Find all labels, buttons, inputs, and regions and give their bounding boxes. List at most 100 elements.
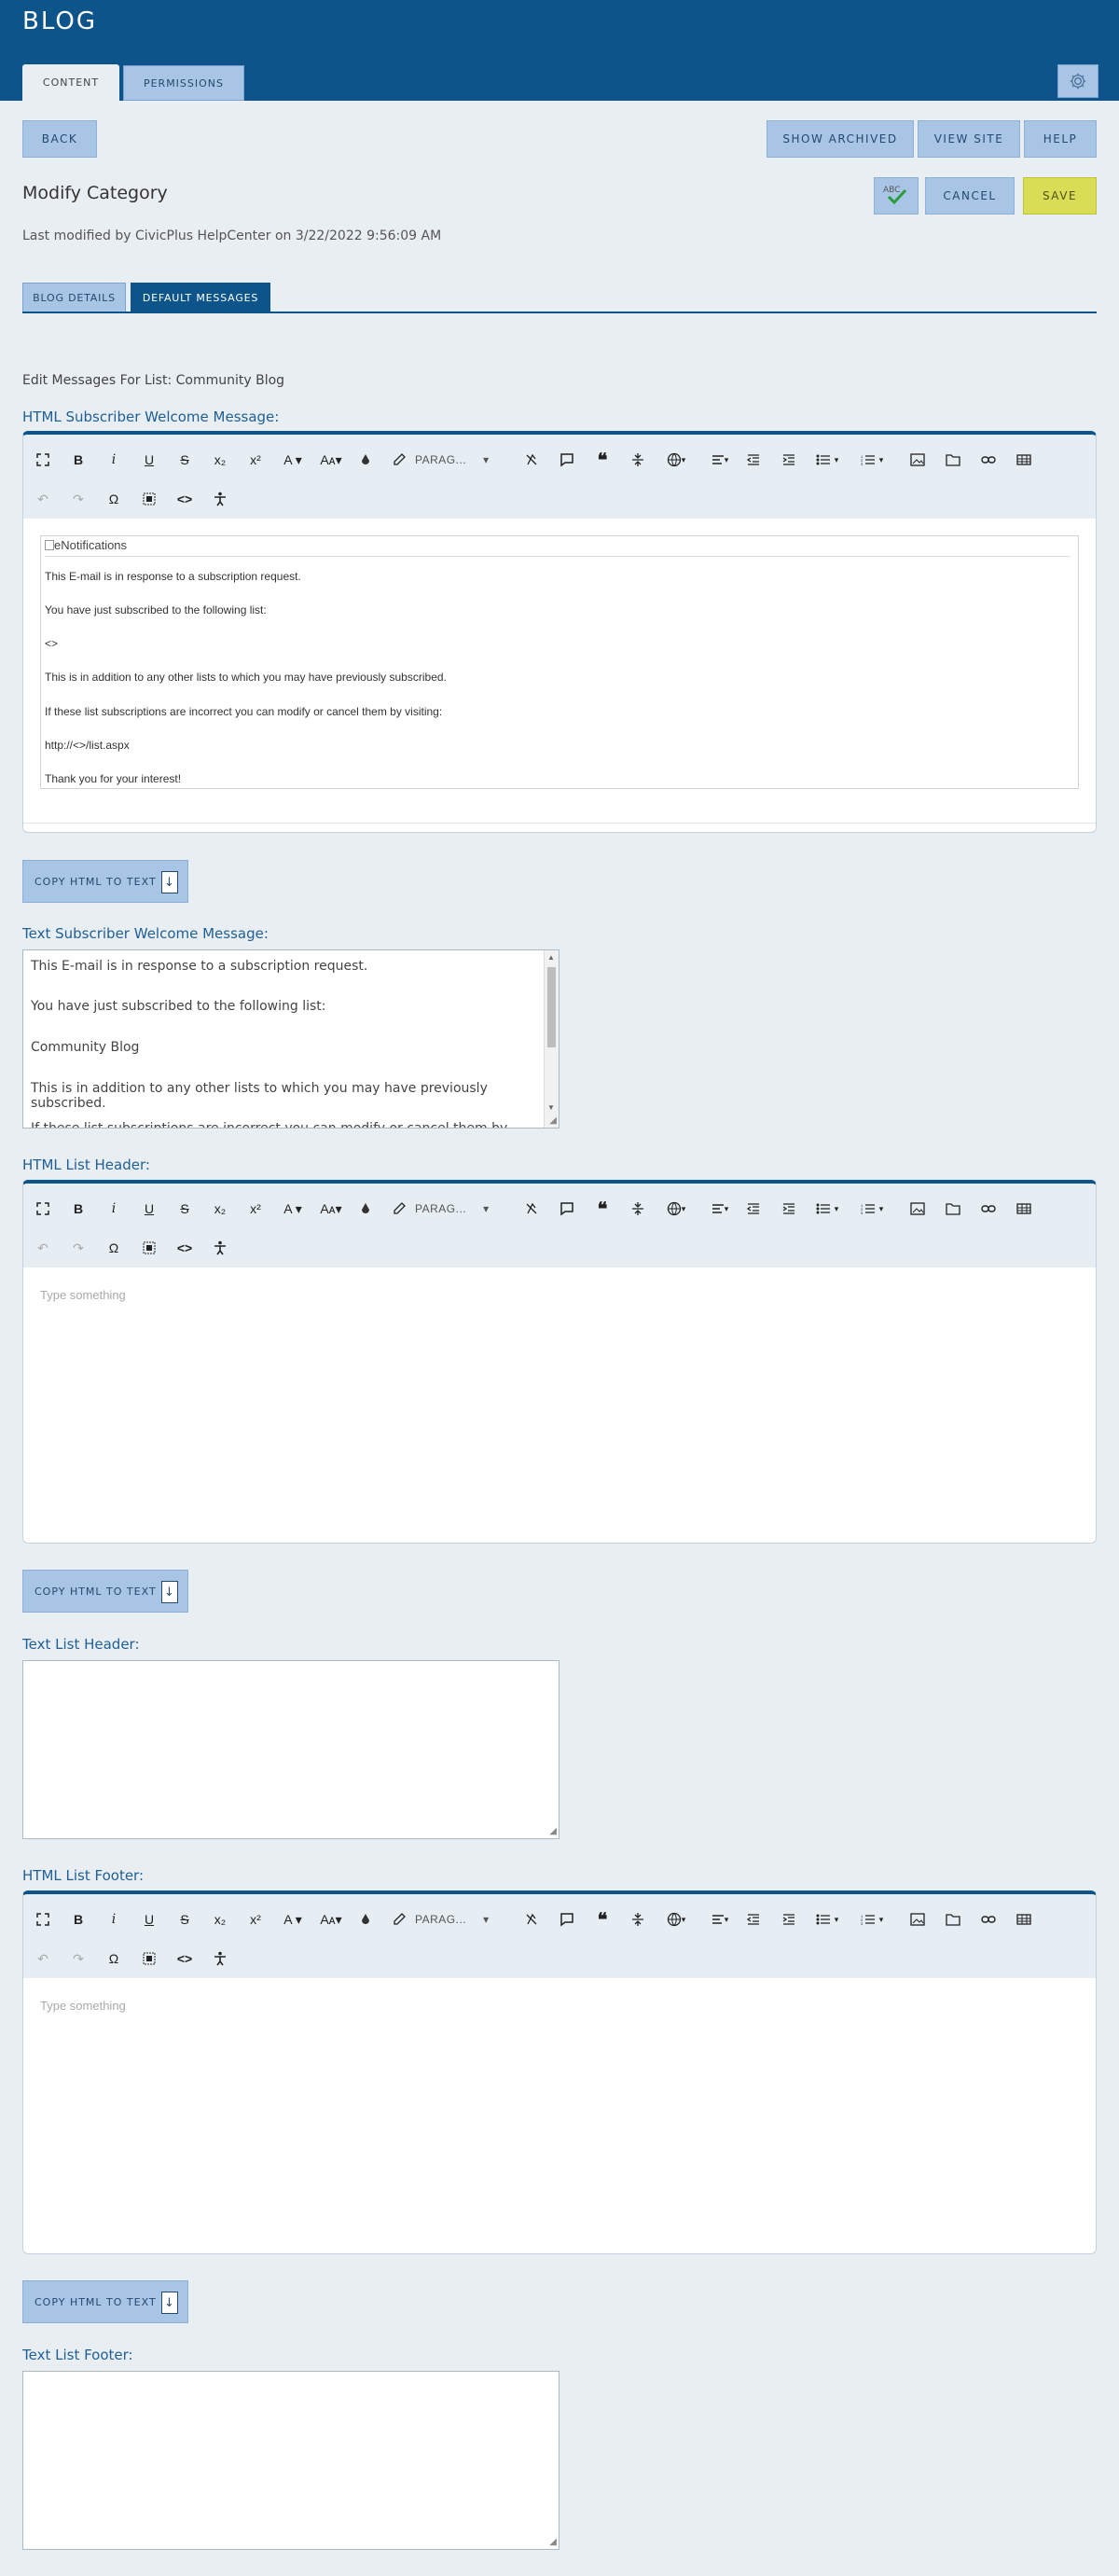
image-icon[interactable] — [904, 446, 932, 474]
cancel-button[interactable]: CANCEL — [925, 177, 1015, 215]
subscript-icon[interactable]: x₂ — [206, 1905, 234, 1933]
clear-formatting-icon[interactable] — [518, 1905, 546, 1933]
language-icon[interactable]: ▾ — [659, 1905, 693, 1933]
paragraph-format-select[interactable]: PARAG... ▾ — [415, 1195, 518, 1223]
copy-html-to-text-button[interactable]: COPY HTML TO TEXT ↓ — [22, 860, 188, 903]
numbered-list-icon[interactable]: 1 2 3 ▾ — [853, 1195, 891, 1223]
folder-icon[interactable] — [939, 1195, 967, 1223]
tab-permissions[interactable]: PERMISSIONS — [123, 65, 244, 101]
code-view-icon[interactable]: <> — [171, 1234, 199, 1262]
paragraph-format-select[interactable]: PARAG... ▾ — [415, 1905, 518, 1933]
table-icon[interactable] — [1010, 1905, 1038, 1933]
italic-icon[interactable]: i — [100, 1195, 128, 1223]
font-size-icon[interactable]: Aᴀ▾ — [314, 446, 348, 474]
scrollbar-thumb[interactable] — [547, 967, 556, 1047]
text-color-icon[interactable] — [352, 1905, 380, 1933]
undo-icon[interactable]: ↶ — [29, 485, 57, 513]
select-all-icon[interactable] — [135, 485, 163, 513]
align-icon[interactable]: ▾ — [704, 1195, 736, 1223]
language-icon[interactable]: ▾ — [659, 1195, 693, 1223]
outdent-icon[interactable] — [739, 1905, 767, 1933]
horizontal-line-icon[interactable] — [624, 1195, 652, 1223]
special-character-icon[interactable]: Ω — [100, 485, 128, 513]
quote-icon[interactable]: ❝ — [588, 1905, 616, 1933]
accessibility-icon[interactable] — [206, 1945, 234, 1973]
html-footer-editor[interactable]: B i U S x₂ x² A ▾ Aᴀ▾ PARAG... ▾ ❝ ▾ ▾ ▾… — [22, 1890, 1097, 2254]
quote-icon[interactable]: ❝ — [588, 446, 616, 474]
link-icon[interactable] — [974, 1905, 1002, 1933]
special-character-icon[interactable]: Ω — [100, 1945, 128, 1973]
quote-icon[interactable]: ❝ — [588, 1195, 616, 1223]
code-view-icon[interactable]: <> — [171, 1945, 199, 1973]
align-icon[interactable]: ▾ — [704, 446, 736, 474]
indent-icon[interactable] — [775, 1195, 803, 1223]
font-family-icon[interactable]: A ▾ — [277, 1905, 309, 1933]
show-archived-button[interactable]: SHOW ARCHIVED — [767, 120, 914, 158]
paragraph-format-select[interactable]: PARAG... ▾ — [415, 446, 518, 474]
select-all-icon[interactable] — [135, 1234, 163, 1262]
scroll-down-icon[interactable]: ▼ — [547, 1103, 555, 1112]
redo-icon[interactable]: ↷ — [64, 1945, 92, 1973]
text-welcome-textarea[interactable]: This E-mail is in response to a subscrip… — [22, 949, 560, 1129]
comment-icon[interactable] — [553, 1195, 581, 1223]
subscript-icon[interactable]: x₂ — [206, 446, 234, 474]
back-button[interactable]: BACK — [22, 120, 97, 158]
accessibility-icon[interactable] — [206, 485, 234, 513]
folder-icon[interactable] — [939, 1905, 967, 1933]
resize-handle-icon[interactable]: ◢ — [549, 1826, 557, 1836]
copy-html-to-text-button[interactable]: COPY HTML TO TEXT ↓ — [22, 1570, 188, 1613]
fullscreen-icon[interactable] — [29, 1905, 57, 1933]
table-icon[interactable] — [1010, 1195, 1038, 1223]
scrollbar[interactable]: ▲ ▼ — [544, 950, 559, 1128]
strikethrough-icon[interactable]: S — [171, 1195, 199, 1223]
indent-icon[interactable] — [775, 1905, 803, 1933]
view-site-button[interactable]: VIEW SITE — [918, 120, 1020, 158]
superscript-icon[interactable]: x² — [242, 1195, 269, 1223]
settings-button[interactable] — [1057, 64, 1098, 98]
html-header-editor[interactable]: B i U S x₂ x² A ▾ Aᴀ▾ PARAG... ▾ ❝ ▾ ▾ ▾… — [22, 1180, 1097, 1544]
underline-icon[interactable]: U — [135, 446, 163, 474]
undo-icon[interactable]: ↶ — [29, 1234, 57, 1262]
scroll-up-icon[interactable]: ▲ — [547, 953, 555, 962]
bold-icon[interactable]: B — [64, 1905, 92, 1933]
fullscreen-icon[interactable] — [29, 446, 57, 474]
underline-icon[interactable]: U — [135, 1195, 163, 1223]
subscript-icon[interactable]: x₂ — [206, 1195, 234, 1223]
font-family-icon[interactable]: A ▾ — [277, 446, 309, 474]
undo-icon[interactable]: ↶ — [29, 1945, 57, 1973]
link-icon[interactable] — [974, 446, 1002, 474]
clear-formatting-icon[interactable] — [518, 446, 546, 474]
clear-formatting-icon[interactable] — [518, 1195, 546, 1223]
image-icon[interactable] — [904, 1195, 932, 1223]
highlight-icon[interactable] — [385, 1195, 413, 1223]
italic-icon[interactable]: i — [100, 446, 128, 474]
highlight-icon[interactable] — [385, 1905, 413, 1933]
fullscreen-icon[interactable] — [29, 1195, 57, 1223]
welcome-content-box[interactable]: eNotifications This E-mail is in respons… — [40, 535, 1079, 789]
strikethrough-icon[interactable]: S — [171, 446, 199, 474]
text-color-icon[interactable] — [352, 1195, 380, 1223]
font-family-icon[interactable]: A ▾ — [277, 1195, 309, 1223]
bullet-list-icon[interactable]: ▾ — [808, 1905, 846, 1933]
tab-content[interactable]: CONTENT — [22, 64, 119, 101]
superscript-icon[interactable]: x² — [242, 446, 269, 474]
horizontal-line-icon[interactable] — [624, 446, 652, 474]
indent-icon[interactable] — [775, 446, 803, 474]
resize-handle-icon[interactable]: ◢ — [549, 1115, 557, 1126]
italic-icon[interactable]: i — [100, 1905, 128, 1933]
folder-icon[interactable] — [939, 446, 967, 474]
accessibility-icon[interactable] — [206, 1234, 234, 1262]
bold-icon[interactable]: B — [64, 1195, 92, 1223]
comment-icon[interactable] — [553, 446, 581, 474]
spellcheck-button[interactable]: ABC — [874, 177, 919, 215]
highlight-icon[interactable] — [385, 446, 413, 474]
html-welcome-editor[interactable]: B i U S x₂ x² A ▾ Aᴀ▾ PARAG... ▾ ❝ ▾ ▾ ▾… — [22, 431, 1097, 833]
bold-icon[interactable]: B — [64, 446, 92, 474]
link-icon[interactable] — [974, 1195, 1002, 1223]
bullet-list-icon[interactable]: ▾ — [808, 446, 846, 474]
font-size-icon[interactable]: Aᴀ▾ — [314, 1195, 348, 1223]
code-view-icon[interactable]: <> — [171, 485, 199, 513]
text-header-textarea[interactable]: ◢ — [22, 1660, 560, 1839]
underline-icon[interactable]: U — [135, 1905, 163, 1933]
horizontal-line-icon[interactable] — [624, 1905, 652, 1933]
